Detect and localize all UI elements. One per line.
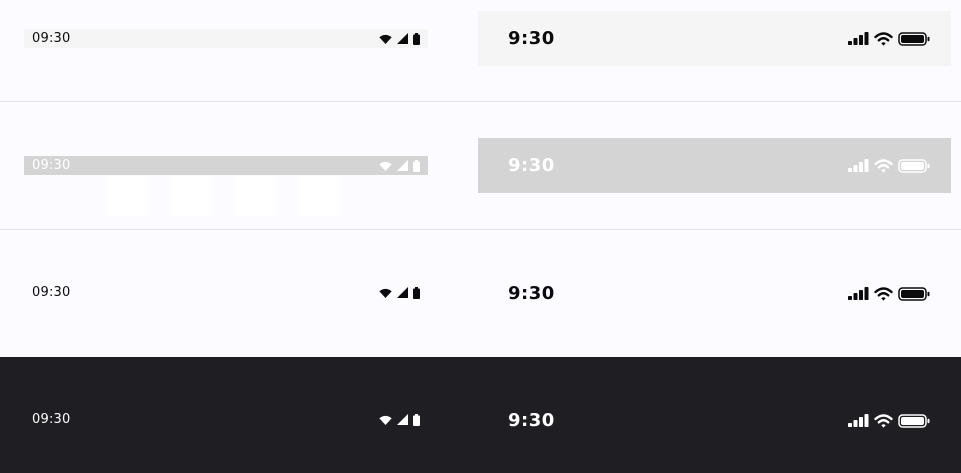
- signal-bars-icon: [848, 32, 869, 45]
- wifi-icon: [874, 413, 893, 428]
- android-status-bar: 09:30: [24, 410, 428, 429]
- ios-status-bar: 9:30: [478, 266, 951, 321]
- status-icons: [379, 413, 420, 426]
- wifi-icon: [874, 286, 893, 301]
- wifi-icon: [379, 161, 392, 171]
- status-time: 9:30: [508, 155, 555, 176]
- wifi-icon: [379, 288, 392, 298]
- battery-icon: [413, 159, 420, 172]
- status-time: 09:30: [32, 412, 71, 427]
- android-status-bar: 09:30: [24, 156, 428, 175]
- ios-status-bar: 9:30: [478, 138, 951, 193]
- signal-bars-icon: [848, 159, 869, 172]
- wifi-icon: [379, 415, 392, 425]
- signal-icon: [397, 33, 408, 44]
- battery-icon: [898, 413, 930, 428]
- status-icons: [379, 286, 420, 299]
- signal-icon: [397, 160, 408, 171]
- battery-icon: [413, 286, 420, 299]
- signal-bars-icon: [848, 287, 869, 300]
- status-time: 09:30: [32, 285, 71, 300]
- placeholder-block: [108, 176, 146, 216]
- battery-icon: [898, 31, 930, 46]
- placeholder-block: [172, 176, 210, 216]
- placeholder-block: [300, 176, 338, 216]
- status-time: 09:30: [32, 158, 71, 173]
- status-icons: [848, 286, 930, 301]
- battery-icon: [413, 32, 420, 45]
- wifi-icon: [874, 158, 893, 173]
- battery-icon: [898, 286, 930, 301]
- signal-icon: [397, 287, 408, 298]
- ios-status-bar: 9:30: [478, 11, 951, 66]
- battery-icon: [413, 413, 420, 426]
- status-icons: [848, 158, 930, 173]
- placeholder-block: [236, 176, 274, 216]
- wifi-icon: [874, 31, 893, 46]
- android-status-bar: 09:30: [24, 29, 428, 48]
- wifi-icon: [379, 34, 392, 44]
- status-time: 09:30: [32, 31, 71, 46]
- ios-status-bar: 9:30: [478, 393, 951, 448]
- status-time: 9:30: [508, 28, 555, 49]
- status-time: 9:30: [508, 283, 555, 304]
- status-time: 9:30: [508, 410, 555, 431]
- status-icons: [848, 31, 930, 46]
- status-icons: [379, 159, 420, 172]
- signal-bars-icon: [848, 414, 869, 427]
- android-status-bar: 09:30: [24, 283, 428, 302]
- status-icons: [379, 32, 420, 45]
- battery-icon: [898, 158, 930, 173]
- status-icons: [848, 413, 930, 428]
- signal-icon: [397, 414, 408, 425]
